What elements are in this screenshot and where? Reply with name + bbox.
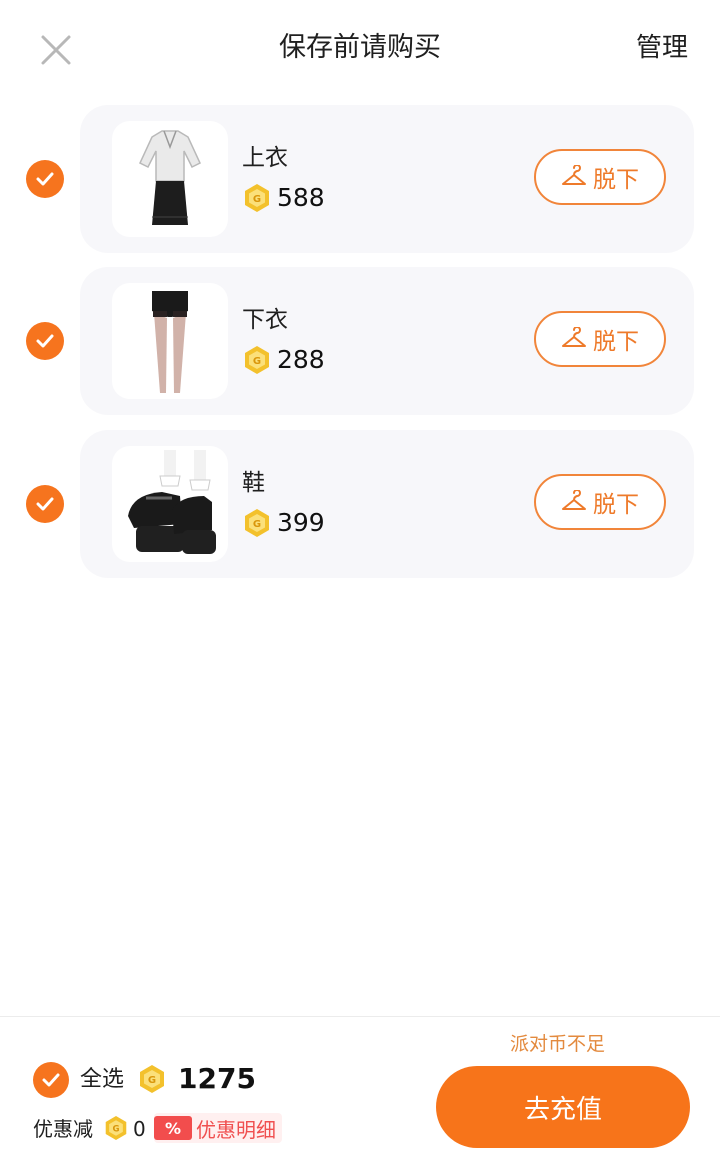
select-all-checkbox[interactable] — [33, 1062, 69, 1098]
total-price: 1275 — [178, 1062, 256, 1095]
item-checkbox[interactable] — [26, 160, 64, 198]
item-thumbnail — [112, 446, 228, 562]
coin-icon: G — [105, 1116, 127, 1140]
checkmark-icon — [36, 497, 54, 511]
item-card: 下衣 G 288 脱下 — [80, 267, 694, 415]
discount-value: 0 — [133, 1117, 146, 1141]
item-checkbox[interactable] — [26, 485, 64, 523]
discount-detail-link[interactable]: % 优惠明细 — [154, 1113, 282, 1143]
svg-text:G: G — [253, 194, 261, 205]
item-checkbox[interactable] — [26, 322, 64, 360]
recharge-button[interactable]: 去充值 — [436, 1066, 690, 1148]
checkmark-icon — [36, 334, 54, 348]
checkout-bar: 派对币不足 全选 G 1275 优惠减 G 0 % 优惠明细 去充值 — [0, 1016, 720, 1173]
item-thumbnail — [112, 283, 228, 399]
item-name: 上衣 — [242, 145, 288, 171]
item-card: 上衣 G 588 脱下 — [80, 105, 694, 253]
discount-label: 优惠减 — [33, 1117, 93, 1141]
coin-icon: G — [245, 346, 269, 374]
hanger-icon — [562, 327, 586, 347]
take-off-label: 脱下 — [593, 167, 639, 193]
insufficient-coins-notice: 派对币不足 — [510, 1033, 606, 1055]
item-card: 鞋 G 399 脱下 — [80, 430, 694, 578]
svg-text:G: G — [253, 519, 261, 530]
item-thumbnail — [112, 121, 228, 237]
price-value: 588 — [277, 183, 325, 212]
coin-icon: G — [245, 509, 269, 537]
item-price: G 588 — [243, 183, 325, 213]
cart-item: 下衣 G 288 脱下 — [0, 267, 720, 415]
price-value: 288 — [277, 345, 325, 374]
hanger-icon — [562, 165, 586, 185]
item-price: G 288 — [243, 345, 325, 375]
checkmark-icon — [42, 1073, 60, 1087]
manage-button[interactable]: 管理 — [636, 30, 688, 66]
svg-text:G: G — [148, 1075, 156, 1086]
svg-text:G: G — [112, 1124, 119, 1134]
take-off-button[interactable]: 脱下 — [534, 474, 666, 530]
coin-icon: G — [140, 1065, 164, 1093]
take-off-label: 脱下 — [593, 329, 639, 355]
discount-badge-icon: % — [154, 1116, 192, 1140]
page-title: 保存前请购买 — [279, 32, 441, 63]
item-price: G 399 — [243, 508, 325, 538]
cart-item: 上衣 G 588 脱下 — [0, 105, 720, 253]
hanger-icon — [562, 490, 586, 510]
take-off-button[interactable]: 脱下 — [534, 311, 666, 367]
item-name: 下衣 — [242, 307, 288, 333]
take-off-button[interactable]: 脱下 — [534, 149, 666, 205]
price-value: 399 — [277, 508, 325, 537]
item-name: 鞋 — [242, 470, 265, 496]
cart-item: 鞋 G 399 脱下 — [0, 430, 720, 578]
take-off-label: 脱下 — [593, 492, 639, 518]
header: 保存前请购买 管理 — [0, 0, 720, 96]
select-all-label[interactable]: 全选 — [80, 1065, 124, 1095]
discount-detail-label: 优惠明细 — [196, 1117, 276, 1142]
svg-text:G: G — [253, 356, 261, 367]
checkmark-icon — [36, 172, 54, 186]
coin-icon: G — [245, 184, 269, 212]
